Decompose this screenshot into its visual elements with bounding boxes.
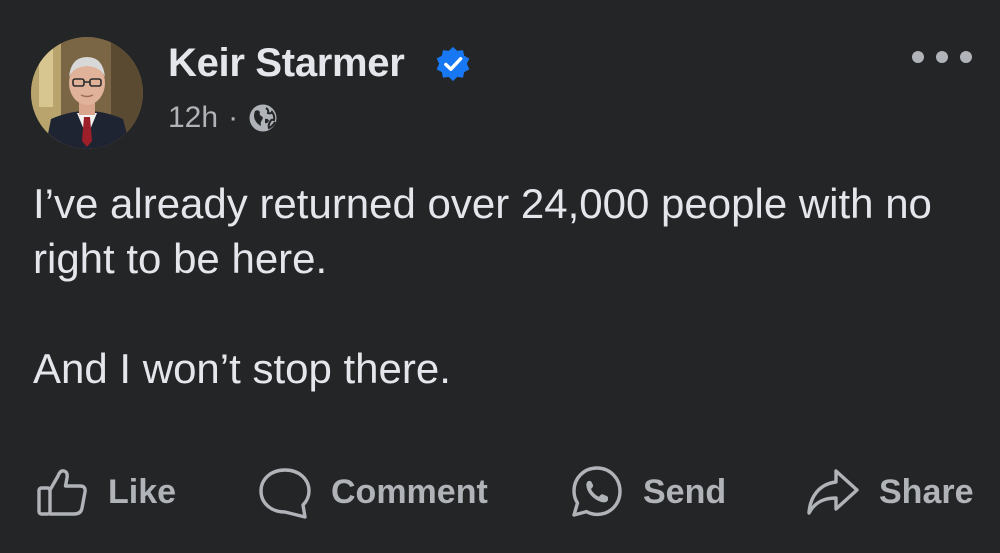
more-dot xyxy=(960,51,972,63)
post-meta: 12h · xyxy=(168,98,278,138)
verified-badge-icon xyxy=(436,46,470,82)
author-name[interactable]: Keir Starmer xyxy=(168,40,405,86)
like-button[interactable]: Like xyxy=(36,462,176,522)
whatsapp-icon xyxy=(572,466,622,517)
more-options-icon[interactable] xyxy=(912,43,972,71)
send-label: Send xyxy=(643,472,727,511)
thumbs-up-icon xyxy=(37,469,87,516)
share-arrow-icon xyxy=(807,469,859,515)
post-time[interactable]: 12h xyxy=(168,101,218,135)
like-label: Like xyxy=(108,472,177,511)
share-label: Share xyxy=(879,472,974,511)
globe-icon xyxy=(249,104,277,132)
more-dot xyxy=(936,51,948,63)
more-dot xyxy=(912,51,924,63)
share-button[interactable]: Share xyxy=(805,462,974,522)
post-card: Keir Starmer 12h · I’ve already returned… xyxy=(0,0,1000,553)
comment-label: Comment xyxy=(331,472,488,511)
post-body: I’ve already returned over 24,000 people… xyxy=(33,176,963,396)
post-paragraph: And I won’t stop there. xyxy=(33,345,451,392)
post-paragraph: I’ve already returned over 24,000 people… xyxy=(33,180,932,282)
action-bar: Like Comment Send Share xyxy=(0,462,1000,522)
send-button[interactable]: Send xyxy=(569,462,726,522)
avatar[interactable] xyxy=(31,37,143,149)
comment-button[interactable]: Comment xyxy=(257,462,488,522)
profile-photo xyxy=(31,37,143,149)
comment-bubble-icon xyxy=(259,468,311,519)
meta-separator: · xyxy=(228,101,239,134)
